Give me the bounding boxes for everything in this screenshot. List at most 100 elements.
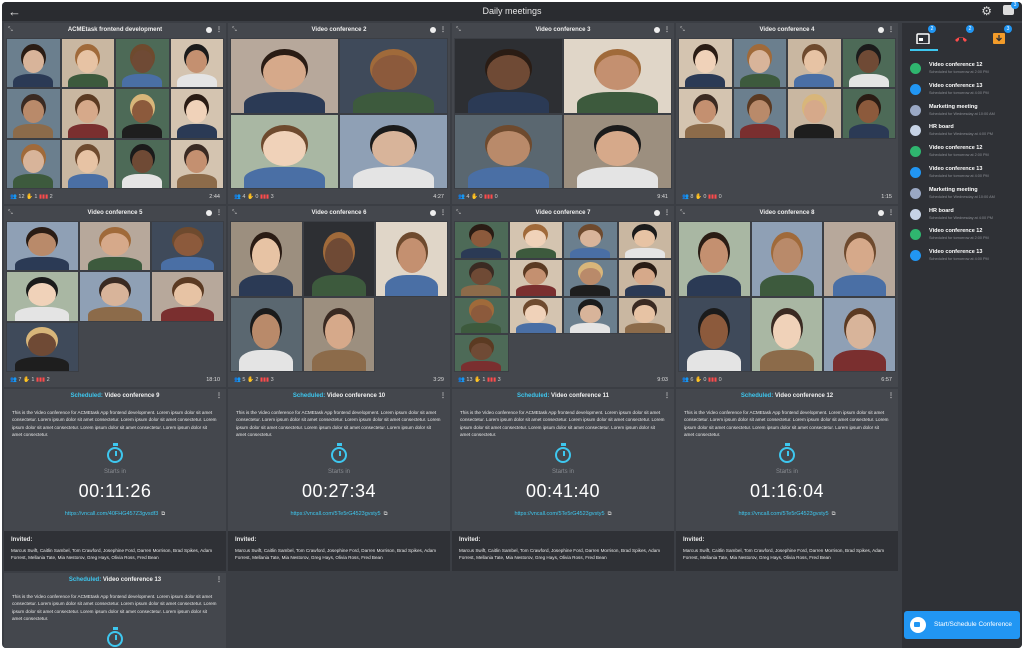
meeting-link[interactable]: https://vncall.com/5Te5rG4523gvsty5 xyxy=(738,511,828,517)
participant-video[interactable] xyxy=(60,88,115,139)
participant-video[interactable] xyxy=(169,88,224,139)
scheduled-conference-panel[interactable]: Scheduled: Video conference 12 ⋮ This is t… xyxy=(676,389,898,571)
tab-recordings[interactable]: 3 xyxy=(992,25,1012,44)
participant-video[interactable] xyxy=(454,258,509,297)
layout-icon[interactable]: ⤡ xyxy=(8,206,13,220)
scheduled-conference-panel[interactable]: Scheduled: Video conference 9 ⋮ This is th… xyxy=(4,389,226,571)
participant-video[interactable] xyxy=(823,296,896,372)
participant-video[interactable] xyxy=(678,221,751,297)
layout-icon[interactable]: ⤡ xyxy=(456,23,461,37)
participant-video[interactable] xyxy=(339,113,448,189)
conference-panel[interactable]: ⤡ ACMEtask frontend development ⋮ 👥 12 ✋ 1 … xyxy=(4,23,226,204)
more-menu-icon[interactable]: ⋮ xyxy=(888,23,894,37)
participant-video[interactable] xyxy=(115,38,170,89)
scheduled-conference-panel[interactable]: Scheduled: Video conference 11 ⋮ This is t… xyxy=(452,389,674,571)
participant-video[interactable] xyxy=(6,88,61,139)
participant-video[interactable] xyxy=(732,38,787,89)
participant-video[interactable] xyxy=(60,138,115,189)
participant-video[interactable] xyxy=(230,296,303,372)
conference-panel[interactable]: ⤡ Video conference 7 ⋮ 👥 13 ✋ 1 ▮▮▮ 3 9:03 xyxy=(452,206,674,387)
participant-video[interactable] xyxy=(787,88,842,139)
layout-icon[interactable]: ⤡ xyxy=(8,23,13,37)
sidebar-meeting-item[interactable]: HR board Scheduled for Wednesday at 4:00 … xyxy=(910,205,1020,225)
more-menu-icon[interactable]: ⋮ xyxy=(888,206,894,220)
participant-video[interactable] xyxy=(151,271,224,322)
layout-icon[interactable]: ⤡ xyxy=(456,206,461,220)
participant-video[interactable] xyxy=(151,221,224,272)
info-icon[interactable] xyxy=(430,27,436,33)
participant-video[interactable] xyxy=(678,38,733,89)
participant-video[interactable] xyxy=(508,296,563,335)
meeting-link[interactable]: https://vncall.com/5Te5rG4523gvsty5 xyxy=(514,511,604,517)
participant-video[interactable] xyxy=(454,221,509,259)
participant-video[interactable] xyxy=(787,38,842,89)
participant-video[interactable] xyxy=(169,38,224,89)
copy-icon[interactable]: ⧉ xyxy=(161,511,165,517)
sidebar-meeting-item[interactable]: Video conference 12 Scheduled for tomorro… xyxy=(910,225,1020,245)
participant-video[interactable] xyxy=(563,38,672,114)
participant-video[interactable] xyxy=(563,296,618,335)
participant-video[interactable] xyxy=(230,38,339,114)
copy-icon[interactable]: ⧉ xyxy=(832,511,836,517)
conference-panel[interactable]: ⤡ Video conference 3 ⋮ 👥 4 ✋ 0 ▮▮▮ 0 9:41 xyxy=(452,23,674,204)
participant-video[interactable] xyxy=(6,138,61,189)
participant-video[interactable] xyxy=(750,221,824,297)
sidebar-meeting-item[interactable]: Video conference 13 Scheduled for tomorro… xyxy=(910,246,1020,266)
participant-video[interactable] xyxy=(78,271,152,322)
more-menu-icon[interactable]: ⋮ xyxy=(216,23,222,37)
info-icon[interactable] xyxy=(878,27,884,33)
more-menu-icon[interactable]: ⋮ xyxy=(440,389,446,403)
info-icon[interactable] xyxy=(206,27,212,33)
more-menu-icon[interactable]: ⋮ xyxy=(440,23,446,37)
conference-panel[interactable]: ⤡ Video conference 2 ⋮ 👥 4 ✋ 0 ▮▮▮ 3 4:27 xyxy=(228,23,450,204)
more-menu-icon[interactable]: ⋮ xyxy=(440,206,446,220)
layout-icon[interactable]: ⤡ xyxy=(680,206,685,220)
conference-panel[interactable]: ⤡ Video conference 6 ⋮ 👥 5 ✋ 2 ▮▮▮ 3 3:29 xyxy=(228,206,450,387)
info-icon[interactable] xyxy=(430,210,436,216)
more-menu-icon[interactable]: ⋮ xyxy=(664,23,670,37)
conference-panel[interactable]: ⤡ Video conference 5 ⋮ 👥 7 ✋ 1 ▮▮▮ 2 18:10 xyxy=(4,206,226,387)
participant-video[interactable] xyxy=(508,221,563,259)
participant-video[interactable] xyxy=(339,38,448,114)
layout-icon[interactable]: ⤡ xyxy=(232,206,237,220)
info-icon[interactable] xyxy=(654,27,660,33)
participant-video[interactable] xyxy=(454,38,563,114)
participant-video[interactable] xyxy=(678,296,751,372)
more-menu-icon[interactable]: ⋮ xyxy=(216,206,222,220)
conference-panel[interactable]: ⤡ Video conference 4 ⋮ 👥 8 ✋ 0 ▮▮▮ 0 1:15 xyxy=(676,23,898,204)
participant-video[interactable] xyxy=(6,221,79,272)
participant-video[interactable] xyxy=(454,296,509,335)
participant-video[interactable] xyxy=(454,113,563,189)
participant-video[interactable] xyxy=(230,221,303,297)
sidebar-meeting-item[interactable]: Video conference 12 Scheduled for tomorro… xyxy=(910,59,1020,79)
scheduled-conference-panel[interactable]: Scheduled: Video conference 10 ⋮ This is t… xyxy=(228,389,450,571)
copy-icon[interactable]: ⧉ xyxy=(608,511,612,517)
participant-video[interactable] xyxy=(508,258,563,297)
meeting-link[interactable]: https://vncall.com/5Te5rG4523gvsty5 xyxy=(290,511,380,517)
more-menu-icon[interactable]: ⋮ xyxy=(216,389,222,403)
participant-video[interactable] xyxy=(60,38,115,89)
participant-video[interactable] xyxy=(617,221,672,259)
participant-video[interactable] xyxy=(563,113,672,189)
participant-video[interactable] xyxy=(169,138,224,189)
participant-video[interactable] xyxy=(823,221,896,297)
conference-panel[interactable]: ⤡ Video conference 8 ⋮ 👥 6 ✋ 0 ▮▮▮ 0 6:57 xyxy=(676,206,898,387)
participant-video[interactable] xyxy=(6,321,79,372)
more-menu-icon[interactable]: ⋮ xyxy=(664,206,670,220)
meeting-link[interactable]: https://vncall.com/40FHG457Z3gvsdf3 xyxy=(65,511,159,517)
participant-video[interactable] xyxy=(617,296,672,335)
participant-video[interactable] xyxy=(115,88,170,139)
participant-video[interactable] xyxy=(750,296,824,372)
participant-video[interactable] xyxy=(454,334,509,372)
participant-video[interactable] xyxy=(617,258,672,297)
participant-video[interactable] xyxy=(563,258,618,297)
participant-video[interactable] xyxy=(375,221,448,297)
participant-video[interactable] xyxy=(678,88,733,139)
participant-video[interactable] xyxy=(563,221,618,259)
more-menu-icon[interactable]: ⋮ xyxy=(216,573,222,587)
info-icon[interactable] xyxy=(654,210,660,216)
sidebar-meeting-item[interactable]: Marketing meeting Scheduled for Wednesday… xyxy=(910,184,1020,204)
info-icon[interactable] xyxy=(206,210,212,216)
sidebar-meeting-item[interactable]: Video conference 12 Scheduled for tomorro… xyxy=(910,142,1020,162)
participant-video[interactable] xyxy=(302,221,376,297)
